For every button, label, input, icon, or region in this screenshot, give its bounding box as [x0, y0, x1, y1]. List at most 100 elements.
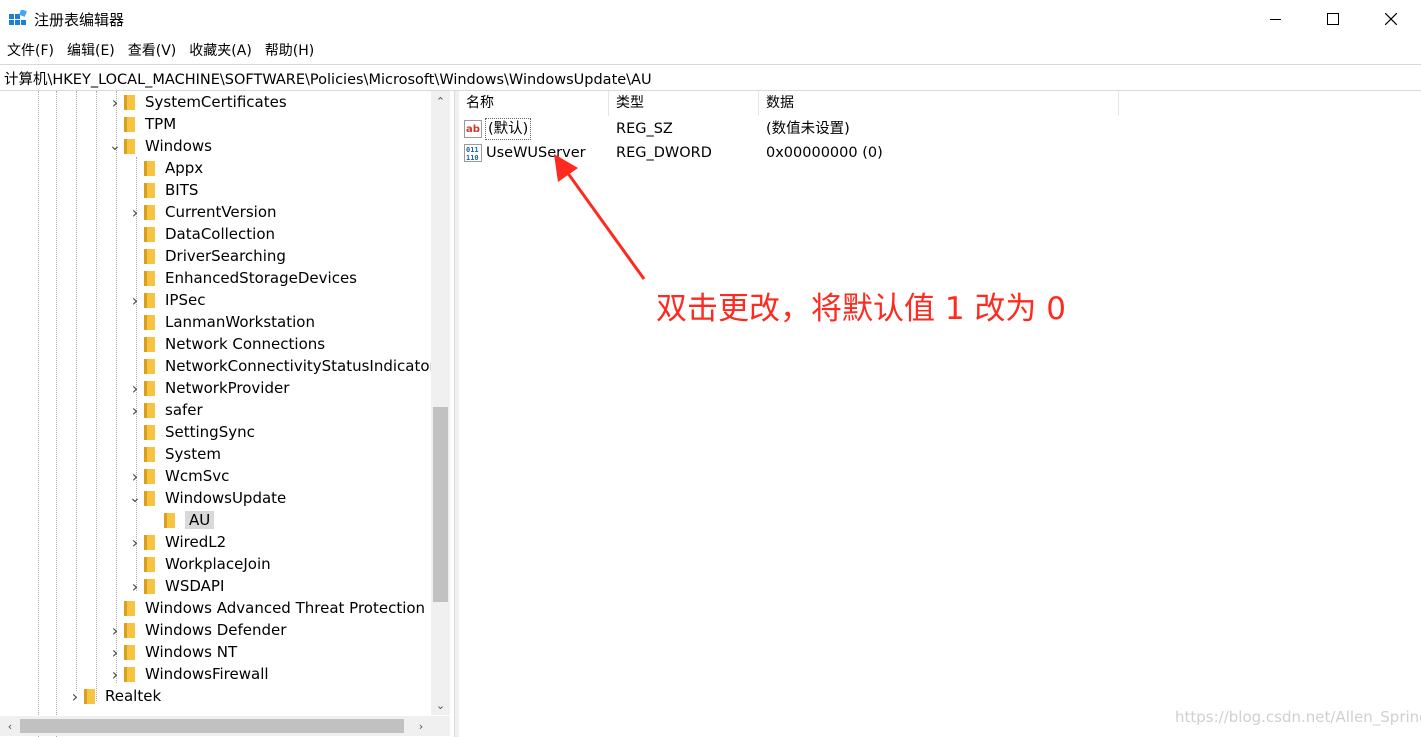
tree-item-label: IPSec	[165, 291, 206, 309]
tree-item-tpm[interactable]: TPM	[108, 113, 176, 135]
menu-view[interactable]: 查看(V)	[121, 40, 183, 62]
tree-item-datacollection[interactable]: DataCollection	[128, 223, 275, 245]
scroll-thumb[interactable]	[433, 407, 448, 602]
tree-item-appx[interactable]: Appx	[128, 157, 203, 179]
title-bar: 注册表编辑器	[0, 0, 1421, 38]
menu-file[interactable]: 文件(F)	[0, 40, 60, 62]
tree-horizontal-scrollbar[interactable]: ‹ ›	[0, 716, 431, 736]
tree-item-network-connections[interactable]: Network Connections	[128, 333, 325, 355]
tree-item-lanmanworkstation[interactable]: LanmanWorkstation	[128, 311, 315, 333]
chevron-right-icon[interactable]: ›	[108, 619, 122, 641]
folder-icon	[144, 292, 155, 308]
maximize-button[interactable]	[1304, 0, 1362, 38]
tree-item-workplacejoin[interactable]: WorkplaceJoin	[128, 553, 271, 575]
dword-value-icon: 011 110	[464, 144, 482, 162]
tree-item-wiredl2[interactable]: › WiredL2	[128, 531, 226, 553]
scroll-down-icon[interactable]: ⌄	[431, 695, 450, 715]
column-header-name[interactable]: 名称	[459, 91, 609, 116]
chevron-right-icon[interactable]: ›	[128, 531, 142, 553]
tree-item-wcmsvc[interactable]: › WcmSvc	[128, 465, 230, 487]
tree-item-au[interactable]: AU	[148, 509, 215, 531]
scroll-corner	[431, 716, 450, 736]
tree-item-windowsfirewall[interactable]: › WindowsFirewall	[108, 663, 269, 685]
tree-item-label: Windows NT	[145, 643, 238, 661]
tree-item-system[interactable]: System	[128, 443, 221, 465]
column-header-data[interactable]: 数据	[759, 91, 1119, 116]
tree-item-windows-advanced-threat-protection[interactable]: Windows Advanced Threat Protection	[108, 597, 425, 619]
chevron-right-icon[interactable]: ›	[68, 685, 82, 707]
tree-item-label: CurrentVersion	[165, 203, 277, 221]
scroll-up-icon[interactable]: ⌃	[431, 91, 450, 111]
value-type: REG_SZ	[616, 121, 673, 137]
chevron-down-icon[interactable]: ⌄	[108, 135, 122, 157]
folder-icon	[164, 512, 175, 528]
scroll-right-icon[interactable]: ›	[411, 716, 431, 736]
menu-favorites[interactable]: 收藏夹(A)	[182, 40, 258, 62]
svg-text:011: 011	[466, 146, 479, 154]
tree-item-windowsupdate[interactable]: ⌄ WindowsUpdate	[128, 487, 286, 509]
tree-item-driversearching[interactable]: DriverSearching	[128, 245, 286, 267]
tree-item-label: AU	[185, 511, 215, 529]
chevron-right-icon[interactable]: ›	[108, 641, 122, 663]
folder-icon	[144, 402, 155, 418]
folder-icon	[124, 138, 135, 154]
tree-vertical-scrollbar[interactable]: ⌃ ⌄	[431, 91, 450, 715]
folder-icon	[144, 534, 155, 550]
tree-item-label: System	[165, 445, 221, 463]
menu-help[interactable]: 帮助(H)	[258, 40, 320, 62]
value-row[interactable]: ab (默认) REG_SZ (数值未设置)	[459, 117, 1159, 141]
chevron-right-icon[interactable]: ›	[128, 399, 142, 421]
folder-icon	[124, 116, 135, 132]
tree-item-wsdapi[interactable]: › WSDAPI	[128, 575, 225, 597]
string-value-icon: ab	[464, 120, 482, 138]
chevron-right-icon[interactable]: ›	[128, 289, 142, 311]
tree-item-label: WSDAPI	[165, 577, 225, 595]
tree-item-networkprovider[interactable]: › NetworkProvider	[128, 377, 290, 399]
close-button[interactable]	[1362, 0, 1420, 38]
key-tree: › SystemCertificates TPM ⌄ Windows Appx BITS › C…	[0, 91, 454, 737]
minimize-button[interactable]	[1246, 0, 1304, 38]
tree-item-label: DriverSearching	[165, 247, 286, 265]
tree-item-windows[interactable]: ⌄ Windows	[108, 135, 212, 157]
scroll-left-icon[interactable]: ‹	[0, 716, 20, 736]
tree-item-safer[interactable]: › safer	[128, 399, 203, 421]
chevron-right-icon[interactable]: ›	[128, 575, 142, 597]
chevron-right-icon[interactable]: ›	[128, 377, 142, 399]
regedit-icon	[9, 10, 27, 25]
hscroll-thumb[interactable]	[20, 719, 404, 733]
chevron-right-icon[interactable]: ›	[128, 465, 142, 487]
tree-item-currentversion[interactable]: › CurrentVersion	[128, 201, 277, 223]
tree-item-systemcertificates[interactable]: › SystemCertificates	[108, 91, 287, 113]
folder-icon	[144, 270, 155, 286]
folder-icon	[124, 622, 135, 638]
tree-item-ipsec[interactable]: › IPSec	[128, 289, 206, 311]
tree-item-label: NetworkConnectivityStatusIndicator	[165, 357, 436, 375]
menu-bar: 文件(F) 编辑(E) 查看(V) 收藏夹(A) 帮助(H)	[0, 40, 320, 62]
tree-item-settingsync[interactable]: SettingSync	[128, 421, 255, 443]
tree-item-label: TPM	[145, 115, 177, 133]
tree-item-bits[interactable]: BITS	[128, 179, 198, 201]
tree-item-networkconnectivitystatusindicator[interactable]: NetworkConnectivityStatusIndicator	[128, 355, 436, 377]
column-header-type[interactable]: 类型	[609, 91, 759, 116]
tree-item-windows-defender[interactable]: › Windows Defender	[108, 619, 287, 641]
chevron-right-icon[interactable]: ›	[108, 663, 122, 685]
chevron-right-icon[interactable]: ›	[128, 201, 142, 223]
tree-item-label: Realtek	[105, 687, 162, 705]
tree-item-enhancedstoragedevices[interactable]: EnhancedStorageDevices	[128, 267, 357, 289]
address-bar[interactable]: 计算机\HKEY_LOCAL_MACHINE\SOFTWARE\Policies…	[0, 64, 1421, 91]
tree-item-realtek[interactable]: › Realtek	[68, 685, 161, 707]
menu-edit[interactable]: 编辑(E)	[60, 40, 121, 62]
tree-item-label: BITS	[165, 181, 199, 199]
tree-item-label: NetworkProvider	[165, 379, 290, 397]
chevron-right-icon[interactable]: ›	[108, 91, 122, 113]
annotation-arrow	[554, 154, 646, 280]
address-path[interactable]: 计算机\HKEY_LOCAL_MACHINE\SOFTWARE\Policies…	[4, 68, 652, 89]
chevron-down-icon[interactable]: ⌄	[128, 487, 142, 509]
folder-icon	[144, 446, 155, 462]
tree-item-windows-nt[interactable]: › Windows NT	[108, 641, 237, 663]
